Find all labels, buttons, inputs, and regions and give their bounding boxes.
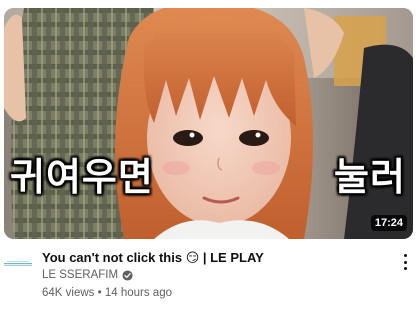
verified-check-icon: [122, 269, 133, 281]
thumbnail-caption-left: 귀여우면: [10, 155, 154, 199]
video-title[interactable]: You can't not click this 😏 | LE PLAY: [42, 250, 264, 266]
view-count: 64K views: [42, 287, 95, 299]
channel-name[interactable]: LE SSERAFIM: [42, 269, 133, 281]
stats-separator: •: [97, 287, 102, 299]
thumbnail-caption-right: 눌러: [334, 155, 406, 199]
more-vertical-icon[interactable]: [399, 252, 411, 272]
thumbnail-image: [4, 8, 413, 239]
video-stats: 64K views • 14 hours ago: [42, 287, 172, 299]
channel-logo-icon[interactable]: [4, 258, 32, 270]
video-metadata: You can't not click this 😏 | LE PLAY LE …: [0, 248, 419, 318]
upload-age: 14 hours ago: [104, 287, 172, 299]
video-thumbnail[interactable]: 귀여우면 눌러 17:24: [4, 8, 413, 239]
video-card[interactable]: 귀여우면 눌러 17:24 You can't not click this 😏…: [0, 0, 419, 325]
channel-name-label: LE SSERAFIM: [42, 269, 119, 281]
duration-badge: 17:24: [370, 215, 407, 231]
